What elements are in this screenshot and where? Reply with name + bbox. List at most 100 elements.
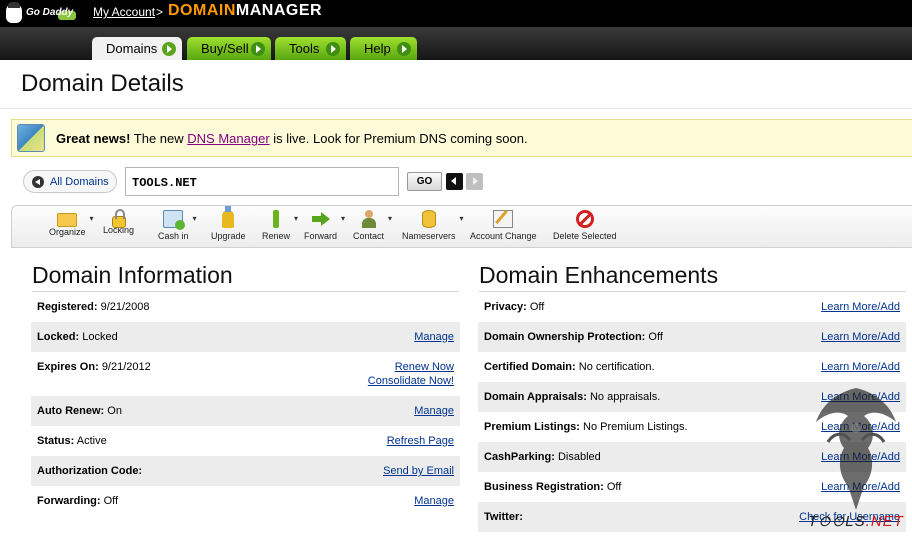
manage-forwarding-link[interactable]: Manage <box>414 495 454 507</box>
contact-icon <box>361 210 377 228</box>
toolbar-label: Organize <box>49 227 86 237</box>
info-row-forwarding: Forwarding: Off Manage <box>31 486 460 516</box>
learn-more-link[interactable]: Learn More/Add <box>821 301 900 313</box>
consolidate-now-link[interactable]: Consolidate Now! <box>368 375 454 387</box>
dns-manager-icon <box>17 124 45 152</box>
toolbar-renew[interactable]: Renew ▾ <box>262 210 298 241</box>
all-domains-button[interactable]: All Domains <box>23 170 117 193</box>
row-text: Status: Active <box>37 435 107 447</box>
folder-icon <box>57 213 78 227</box>
my-account-link[interactable]: My Account <box>93 5 155 19</box>
toolbar-label: Cash in <box>158 231 189 241</box>
banner-message: Great news! The new DNS Manager is live.… <box>56 131 528 146</box>
play-arrow-icon <box>326 42 340 56</box>
previous-domain-button[interactable] <box>446 173 463 190</box>
send-by-email-link[interactable]: Send by Email <box>383 465 454 477</box>
breadcrumb-separator: > <box>156 5 164 19</box>
app-title-domain: DOMAIN <box>168 2 236 19</box>
tab-help[interactable]: Help <box>350 37 417 60</box>
info-row-expires: Expires On: 9/21/2012 Renew Now Consolid… <box>31 352 460 396</box>
row-text: Forwarding: Off <box>37 495 119 507</box>
app-title: DOMAINMANAGER <box>168 2 322 20</box>
toolbar-label: Upgrade <box>211 231 246 241</box>
play-arrow-icon <box>397 42 411 56</box>
domain-toolbar: Organize ▾ Locking Cash in ▾ Upgrade Ren… <box>11 205 912 248</box>
toolbar-organize[interactable]: Organize ▾ <box>49 210 94 237</box>
tab-label: Tools <box>289 41 320 56</box>
learn-more-link[interactable]: Learn More/Add <box>821 331 900 343</box>
delete-icon <box>575 210 594 228</box>
next-domain-button[interactable] <box>466 173 483 190</box>
learn-more-link[interactable]: Learn More/Add <box>821 361 900 373</box>
info-row-locked: Locked: Locked Manage <box>31 322 460 352</box>
dropdown-caret-icon: ▾ <box>459 214 464 223</box>
row-text: Domain Appraisals: No appraisals. <box>484 391 661 403</box>
toolbar-nameservers[interactable]: Nameservers ▾ <box>402 210 464 241</box>
logo-mascot-icon <box>6 2 22 23</box>
dropdown-caret-icon: ▾ <box>388 214 393 223</box>
row-text: Auto Renew: On <box>37 405 122 417</box>
account-change-icon <box>493 210 514 228</box>
enh-row-ownership-protection: Domain Ownership Protection: Off Learn M… <box>478 322 906 352</box>
godaddy-logo[interactable]: Go Daddy <box>6 2 76 23</box>
domain-enhancements-title: Domain Enhancements <box>479 262 719 288</box>
row-text: Registered: 9/21/2008 <box>37 301 150 313</box>
renew-now-link[interactable]: Renew Now <box>395 361 454 373</box>
banner-text-pre: The new <box>130 131 188 146</box>
row-text: Expires On: 9/21/2012 <box>37 361 151 373</box>
info-row-status: Status: Active Refresh Page <box>31 426 460 456</box>
domain-input[interactable]: TOOLS.NET <box>125 167 399 196</box>
news-banner: Great news! The new DNS Manager is live.… <box>11 119 912 157</box>
banner-lead: Great news! <box>56 131 131 146</box>
toolbar-cash-in[interactable]: Cash in ▾ <box>158 210 197 241</box>
info-row-registered: Registered: 9/21/2008 <box>31 292 460 322</box>
toolbar-account-change[interactable]: Account Change <box>470 210 537 241</box>
toolbar-forward[interactable]: Forward ▾ <box>304 210 345 241</box>
dropdown-caret-icon: ▾ <box>89 214 94 223</box>
dragon-watermark-icon <box>816 388 896 510</box>
manage-locking-link[interactable]: Manage <box>414 331 454 343</box>
watermark-text: T⊙⊙LS.NET <box>808 513 904 530</box>
top-bar: Go Daddy My Account > DOMAINMANAGER <box>0 0 912 27</box>
tab-label: Domains <box>106 41 158 56</box>
tab-label: Buy/Sell <box>201 41 249 56</box>
back-arrow-icon <box>32 176 44 188</box>
dropdown-caret-icon: ▾ <box>341 214 346 223</box>
renew-icon <box>273 210 279 228</box>
page-title: Domain Details <box>21 70 184 97</box>
domain-information-title: Domain Information <box>32 262 233 288</box>
refresh-page-link[interactable]: Refresh Page <box>387 435 454 447</box>
toolbar-delete-selected[interactable]: Delete Selected <box>553 210 617 241</box>
tab-domains[interactable]: Domains <box>92 37 182 60</box>
dropdown-caret-icon: ▾ <box>294 214 299 223</box>
all-domains-label: All Domains <box>50 176 109 188</box>
lock-icon <box>111 209 126 228</box>
toolbar-label: Nameservers <box>402 231 456 241</box>
main-nav: Domains Buy/Sell Tools Help <box>0 27 912 60</box>
tab-label: Help <box>364 41 391 56</box>
cash-icon <box>163 210 186 230</box>
nameservers-icon <box>421 210 436 228</box>
row-text: CashParking: Disabled <box>484 451 601 463</box>
dropdown-caret-icon: ▾ <box>192 214 197 223</box>
logo-text: Go Daddy <box>26 7 74 18</box>
row-text: Business Registration: Off <box>484 481 622 493</box>
row-text: Locked: Locked <box>37 331 118 343</box>
row-text: Authorization Code: <box>37 465 143 477</box>
go-button[interactable]: GO <box>407 172 442 191</box>
tab-tools[interactable]: Tools <box>275 37 346 60</box>
divider <box>0 108 912 109</box>
toolbar-label: Account Change <box>470 231 537 241</box>
enh-row-certified-domain: Certified Domain: No certification. Lear… <box>478 352 906 382</box>
tab-buy-sell[interactable]: Buy/Sell <box>187 37 271 60</box>
manage-auto-renew-link[interactable]: Manage <box>414 405 454 417</box>
row-text: Premium Listings: No Premium Listings. <box>484 421 688 433</box>
toolbar-upgrade[interactable]: Upgrade <box>211 206 246 241</box>
dns-manager-link[interactable]: DNS Manager <box>187 131 269 146</box>
row-text: Certified Domain: No certification. <box>484 361 655 373</box>
toolbar-label: Renew <box>262 231 291 241</box>
play-arrow-icon <box>162 42 176 56</box>
toolbar-contact[interactable]: Contact ▾ <box>353 210 392 241</box>
toolbar-label: Delete Selected <box>553 231 617 241</box>
toolbar-locking[interactable]: Locking <box>103 209 134 235</box>
